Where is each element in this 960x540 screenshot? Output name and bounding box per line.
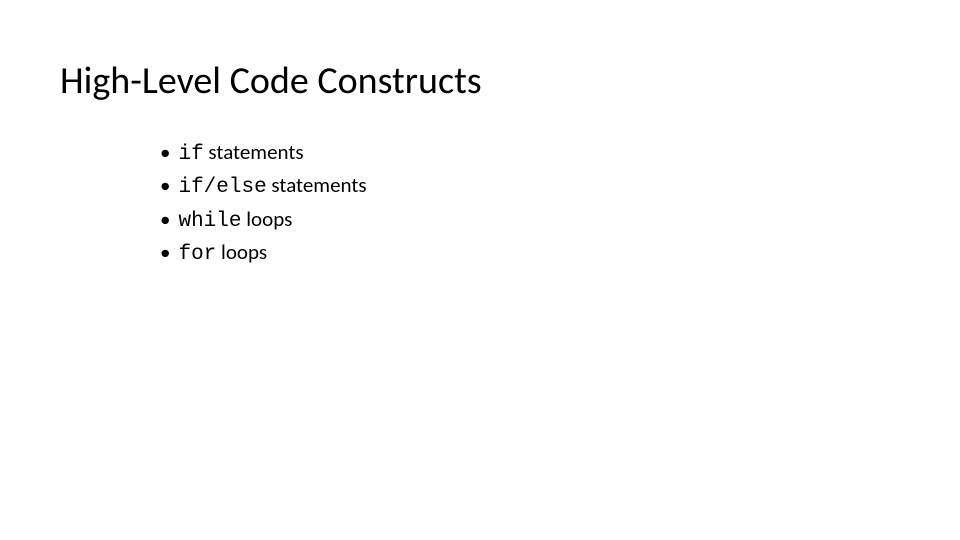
- bullet-text: loops: [241, 206, 292, 232]
- code-text: if: [178, 143, 203, 166]
- bullet-text: loops: [216, 239, 267, 265]
- bullet-text: statements: [204, 139, 304, 165]
- list-item: if statements: [160, 138, 367, 169]
- slide-title: High-Level Code Constructs: [60, 58, 482, 104]
- code-text: while: [178, 210, 241, 233]
- code-text: if/else: [178, 176, 266, 199]
- list-item: if/else statements: [160, 171, 367, 202]
- list-item: for loops: [160, 238, 367, 269]
- list-item: while loops: [160, 205, 367, 236]
- bullet-list: if statements if/else statements while l…: [160, 138, 367, 272]
- code-text: for: [178, 243, 216, 266]
- bullet-text: statements: [267, 172, 367, 198]
